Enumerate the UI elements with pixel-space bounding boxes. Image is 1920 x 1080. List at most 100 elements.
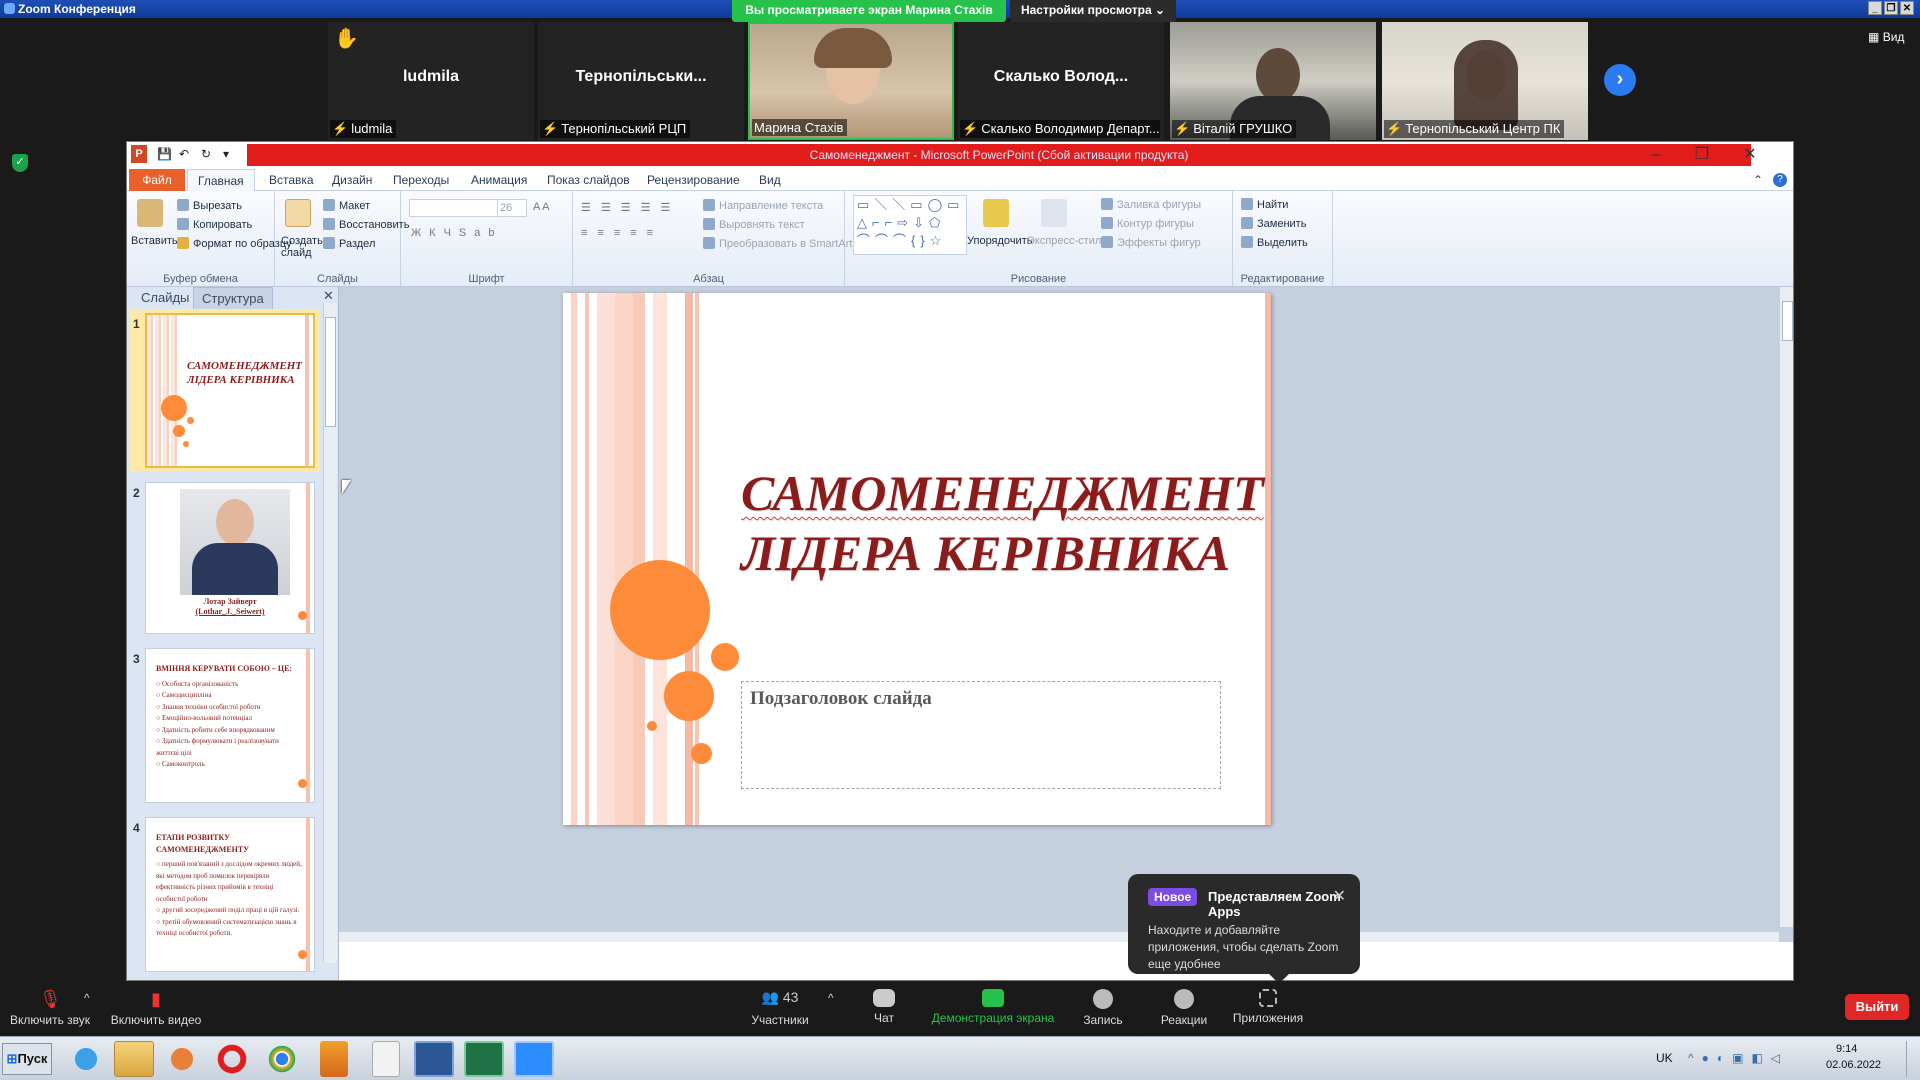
zoom-taskbar-icon[interactable]	[514, 1041, 554, 1077]
tab-home[interactable]: Главная	[187, 169, 255, 192]
tab-design[interactable]: Дизайн	[332, 173, 372, 187]
new-slide-button[interactable]: Создать слайд	[281, 235, 323, 259]
font-format-icons[interactable]: ЖКЧSab	[411, 227, 502, 239]
minimize-icon[interactable]: –	[1633, 142, 1679, 168]
next-participants-button[interactable]: ›	[1604, 64, 1636, 96]
chrome-icon[interactable]	[262, 1041, 302, 1077]
align-text-button[interactable]: Выровнять текст	[703, 218, 805, 231]
tab-view[interactable]: Вид	[759, 173, 781, 187]
slide-title[interactable]: Самоменеджмент лідера керівника	[741, 463, 1264, 583]
current-slide[interactable]: Самоменеджмент лідера керівника Подзагол…	[563, 293, 1271, 825]
select-button[interactable]: Выделить	[1241, 236, 1308, 249]
participants-button[interactable]: 👥 43 Участники	[742, 981, 818, 1033]
unmute-button[interactable]: 🎙 Включить звук	[10, 981, 90, 1033]
clock-time[interactable]: 9:14	[1836, 1043, 1857, 1055]
subtitle-placeholder[interactable]: Подзаголовок слайда	[741, 681, 1221, 789]
slide-thumbnail-4[interactable]: Етапи розвитку самоменеджменту ○ перший …	[145, 817, 315, 972]
section-button[interactable]: Раздел	[323, 237, 375, 250]
undo-icon[interactable]: ↶	[179, 147, 189, 161]
tab-outline[interactable]: Структура	[193, 287, 273, 310]
tab-file[interactable]: Файл	[129, 169, 185, 191]
participant-tile[interactable]: ⚡ Віталій ГРУШКО	[1170, 22, 1376, 140]
start-video-button[interactable]: ▮ Включить видео	[108, 981, 204, 1033]
restore-icon[interactable]: ❐	[1679, 142, 1725, 168]
slide-thumbnail-2[interactable]: Лотар Зайверт (Lothar_J._Seiwert)	[145, 482, 315, 634]
align-icons[interactable]: ≡≡≡≡≡	[581, 227, 663, 239]
tab-review[interactable]: Рецензирование	[647, 173, 740, 187]
save-icon[interactable]: 💾	[157, 147, 172, 161]
redo-icon[interactable]: ↻	[201, 147, 211, 161]
tab-slides[interactable]: Слайды	[141, 290, 189, 305]
shape-fill-button[interactable]: Заливка фигуры	[1101, 198, 1201, 211]
apps-button[interactable]: Приложения	[1228, 981, 1308, 1033]
participant-tile[interactable]: Скалько Волод... ⚡ Скалько Володимир Депа…	[958, 22, 1164, 140]
quick-styles-button[interactable]: Экспресс-стили	[1027, 235, 1107, 247]
tab-insert[interactable]: Вставка	[269, 173, 314, 187]
media-player-icon[interactable]	[162, 1041, 202, 1077]
slide-scrollbar[interactable]	[1779, 287, 1793, 927]
tab-animations[interactable]: Анимация	[471, 173, 527, 187]
layout-button[interactable]: Макет	[323, 199, 370, 212]
shapes-gallery[interactable]: ▭＼＼▭◯▭ △⌐⌐⇨⇩⬠ ⌒⌒⌒{}☆	[853, 195, 967, 255]
system-tray-icons[interactable]: ^●◐▣◧◁	[1688, 1051, 1788, 1065]
tab-transitions[interactable]: Переходы	[393, 173, 449, 187]
leave-button[interactable]: Выйти	[1845, 994, 1909, 1020]
horizontal-scrollbar[interactable]	[339, 932, 1779, 942]
chevron-up-icon[interactable]: ^	[84, 991, 90, 1005]
chevron-up-icon[interactable]: ^	[828, 991, 834, 1005]
arrange-button[interactable]: Упорядочить	[967, 235, 1032, 247]
font-size-select[interactable]: 26	[497, 199, 527, 217]
smartart-button[interactable]: Преобразовать в SmartArt	[703, 237, 852, 250]
participant-tile[interactable]: ⚡ Тернопільський Центр ПК	[1382, 22, 1588, 140]
close-icon[interactable]: ✕	[1333, 886, 1346, 906]
help-icon[interactable]: ?	[1773, 173, 1787, 187]
list-item: ○ Самодисципліна	[156, 691, 212, 699]
paste-button[interactable]: Вставить	[131, 235, 178, 247]
opera-icon[interactable]	[212, 1041, 252, 1077]
minimize-ribbon-icon[interactable]: ⌃	[1753, 173, 1763, 187]
thumbnails-scrollbar[interactable]	[323, 303, 337, 963]
close-pane-icon[interactable]: ✕	[323, 288, 334, 304]
grow-font-icon[interactable]: A A	[533, 201, 550, 213]
restore-icon[interactable]: ❐	[1884, 1, 1898, 15]
scrollbar-thumb[interactable]	[1782, 301, 1793, 341]
view-settings-button[interactable]: Настройки просмотра ⌄	[1010, 0, 1176, 22]
participant-tile[interactable]: ✋ ludmila ⚡ ludmila	[328, 22, 534, 140]
show-desktop-button[interactable]	[1906, 1041, 1916, 1077]
minimize-icon[interactable]: _	[1868, 1, 1882, 15]
text-direction-button[interactable]: Направление текста	[703, 199, 823, 212]
shape-effects-button[interactable]: Эффекты фигур	[1101, 236, 1201, 249]
slide-thumbnail-1[interactable]: Самоменеджмент лідера керівника	[145, 313, 315, 468]
start-video-label: Включить видео	[110, 1013, 202, 1027]
security-shield-icon[interactable]: ✓	[12, 154, 28, 172]
excel-icon[interactable]	[464, 1041, 504, 1077]
find-button[interactable]: Найти	[1241, 198, 1288, 211]
share-screen-button[interactable]: Демонстрация экрана	[930, 981, 1056, 1033]
reactions-button[interactable]: Реакции	[1156, 981, 1212, 1033]
participant-tile-active-speaker[interactable]: Марина Стахів	[748, 22, 954, 140]
list-icons[interactable]: ☰☰☰☰☰	[581, 201, 680, 214]
shape-outline-button[interactable]: Контур фигуры	[1101, 217, 1194, 230]
reset-button[interactable]: Восстановить	[323, 218, 409, 231]
replace-button[interactable]: Заменить	[1241, 217, 1306, 230]
close-icon[interactable]: ✕	[1727, 142, 1773, 168]
record-button[interactable]: Запись	[1080, 981, 1126, 1033]
chat-button[interactable]: Чат	[864, 981, 904, 1033]
copy-button[interactable]: Копировать	[177, 218, 252, 231]
start-button[interactable]: ⊞Пуск	[2, 1043, 52, 1075]
language-indicator[interactable]: UK	[1656, 1051, 1673, 1065]
customize-quick-access-icon[interactable]: ▾	[223, 147, 229, 161]
file-explorer-icon[interactable]	[114, 1041, 154, 1077]
view-button[interactable]: ▦ Вид	[1868, 30, 1904, 44]
participant-tile[interactable]: Тернопільськи... ⚡ Тернопільський РЦП	[538, 22, 744, 140]
scrollbar-thumb[interactable]	[325, 317, 336, 427]
document-icon[interactable]	[372, 1041, 400, 1077]
tab-slideshow[interactable]: Показ слайдов	[547, 173, 630, 187]
clock-date[interactable]: 02.06.2022	[1826, 1059, 1881, 1071]
powerpoint-taskbar-icon[interactable]	[320, 1041, 348, 1077]
slide-thumbnail-3[interactable]: Вміння керувати собою – це: ○ Особиста о…	[145, 648, 315, 803]
internet-explorer-icon[interactable]	[66, 1041, 106, 1077]
word-icon[interactable]	[414, 1041, 454, 1077]
cut-button[interactable]: Вырезать	[177, 199, 242, 212]
close-icon[interactable]: ✕	[1900, 1, 1914, 15]
